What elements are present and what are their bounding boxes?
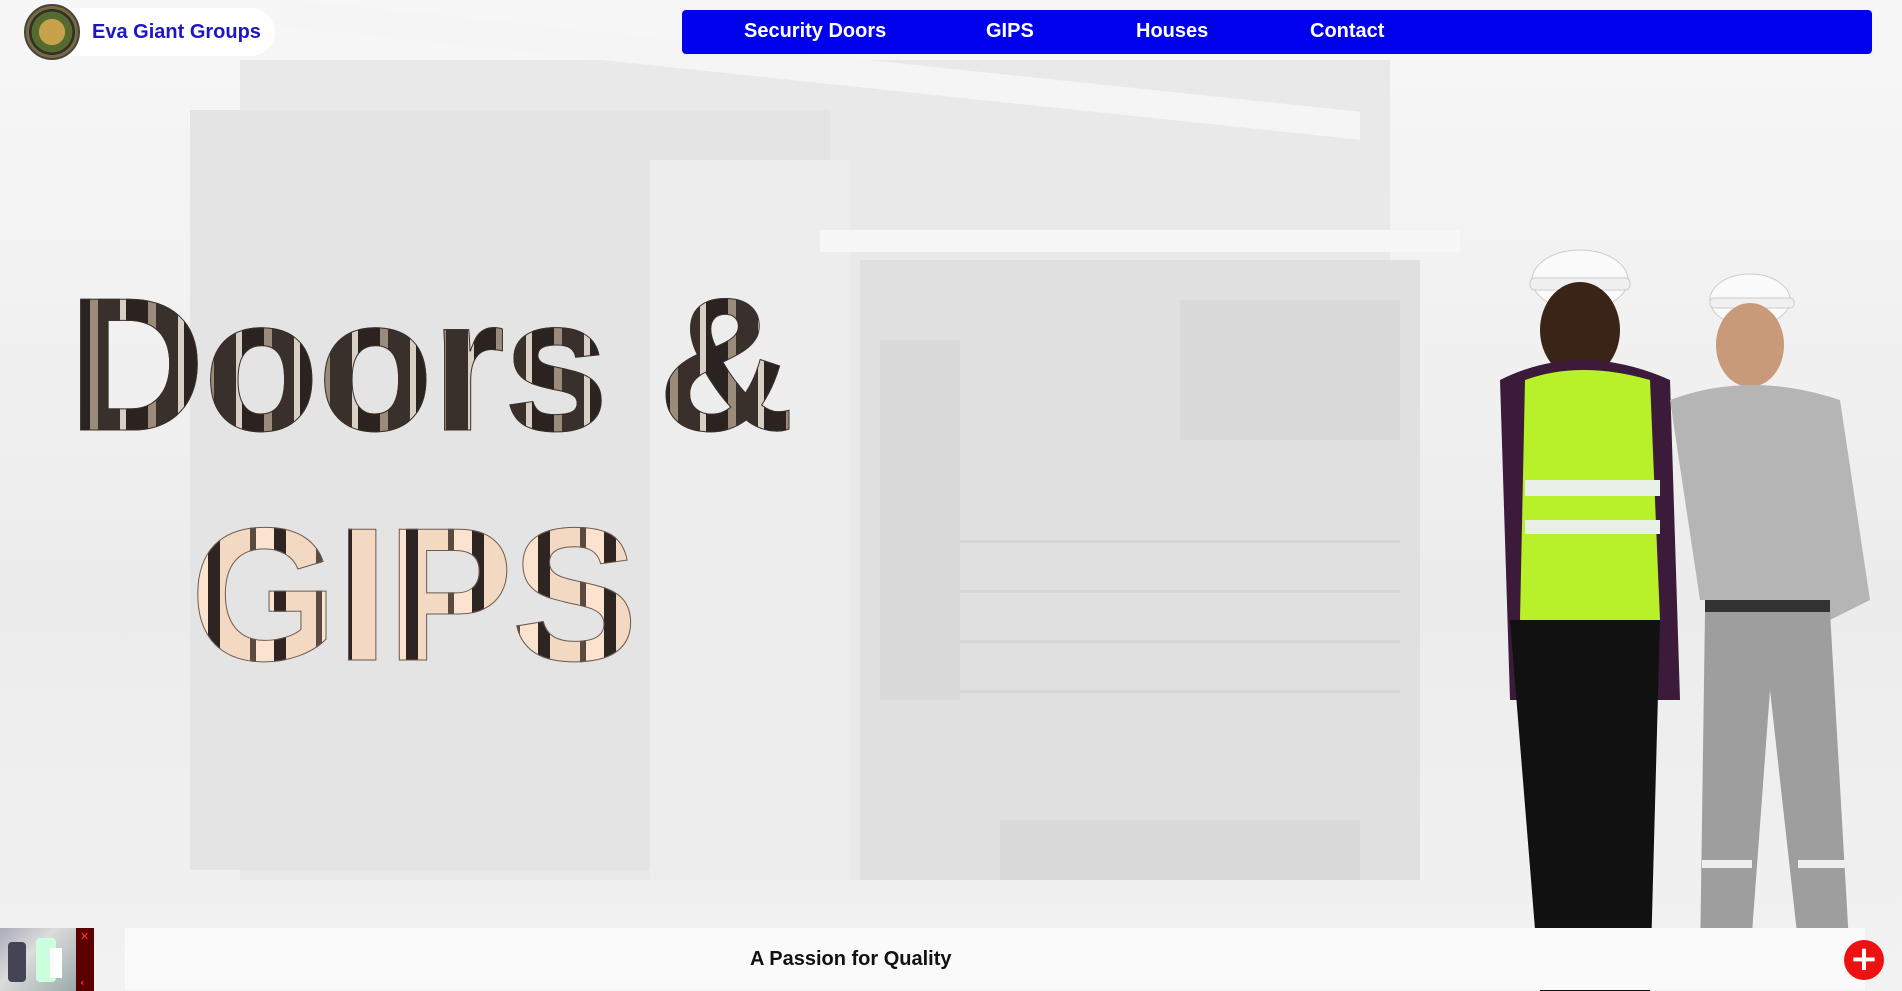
hero-title-line2: GIPS bbox=[189, 489, 638, 701]
footer-tagline: A Passion for Quality bbox=[750, 948, 952, 970]
footer-bar bbox=[125, 928, 1865, 990]
company-logo bbox=[24, 4, 80, 60]
main-navigation: Security Doors GIPS Houses Contact bbox=[682, 10, 1872, 54]
brand-name: Eva Giant Groups bbox=[92, 20, 261, 43]
workers-photo bbox=[1500, 249, 1870, 991]
close-icon: ✕ bbox=[80, 930, 90, 943]
close-panel-button[interactable]: ✕ ‹ bbox=[76, 928, 94, 991]
plus-icon[interactable]: + bbox=[1844, 940, 1884, 980]
chevron-left-icon: ‹ bbox=[80, 976, 85, 989]
brand-link[interactable]: Eva Giant Groups bbox=[24, 4, 275, 60]
thumbnail-image[interactable] bbox=[0, 928, 76, 991]
hero-title-line1: Doors & bbox=[68, 259, 796, 471]
nav-contact[interactable]: Contact bbox=[1310, 20, 1384, 43]
nav-security-doors[interactable]: Security Doors bbox=[744, 20, 886, 43]
nav-houses[interactable]: Houses bbox=[1136, 20, 1208, 43]
nav-gips[interactable]: GIPS bbox=[986, 20, 1034, 43]
